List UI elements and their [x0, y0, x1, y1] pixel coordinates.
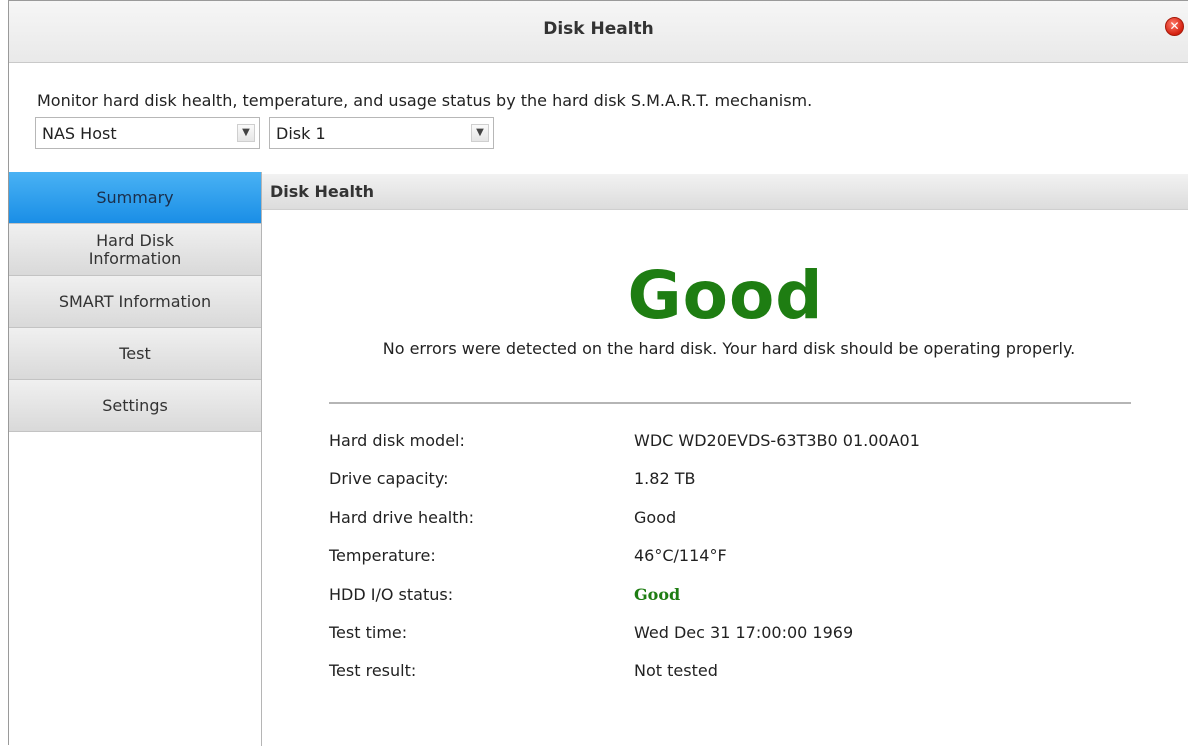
- info-value: Wed Dec 31 17:00:00 1969: [634, 623, 854, 642]
- info-label: Test result:: [329, 661, 417, 680]
- sidebar-item-test[interactable]: Test: [9, 328, 261, 380]
- health-status: Good: [627, 257, 824, 334]
- page-description: Monitor hard disk health, temperature, a…: [37, 91, 813, 110]
- divider: [329, 402, 1131, 404]
- host-select-value: NAS Host: [42, 124, 117, 143]
- disk-select-value: Disk 1: [276, 124, 326, 143]
- close-icon[interactable]: ✕: [1165, 17, 1184, 36]
- info-value: WDC WD20EVDS-63T3B0 01.00A01: [634, 431, 920, 450]
- info-label: Hard disk model:: [329, 431, 465, 450]
- info-value: 1.82 TB: [634, 469, 696, 488]
- info-row-capacity: Drive capacity: 1.82 TB: [329, 469, 1129, 493]
- info-value: Good: [634, 508, 677, 527]
- info-row-io-status: HDD I/O status: Good: [329, 585, 1129, 609]
- sidebar-item-settings[interactable]: Settings: [9, 380, 261, 432]
- sidebar-item-hard-disk-information[interactable]: Hard Disk Information: [9, 224, 261, 276]
- info-value: Not tested: [634, 661, 718, 680]
- title-bar: Disk Health ✕: [9, 1, 1188, 63]
- content-header-title: Disk Health: [270, 182, 375, 201]
- health-message: No errors were detected on the hard disk…: [382, 339, 1076, 358]
- info-value: Good: [634, 585, 681, 604]
- chevron-down-icon[interactable]: ▼: [237, 124, 255, 142]
- info-row-test-time: Test time: Wed Dec 31 17:00:00 1969: [329, 623, 1129, 647]
- disk-health-window: Disk Health ✕ Monitor hard disk health, …: [8, 0, 1188, 746]
- sidebar-item-summary[interactable]: Summary: [9, 172, 261, 224]
- sidebar-item-smart-information[interactable]: SMART Information: [9, 276, 261, 328]
- info-label: Test time:: [329, 623, 408, 642]
- info-row-test-result: Test result: Not tested: [329, 661, 1129, 685]
- info-row-model: Hard disk model: WDC WD20EVDS-63T3B0 01.…: [329, 431, 1129, 455]
- info-label: Drive capacity:: [329, 469, 449, 488]
- info-value: 46°C/114°F: [634, 546, 727, 565]
- disk-select[interactable]: Disk 1 ▼: [269, 117, 494, 149]
- info-row-temperature: Temperature: 46°C/114°F: [329, 546, 1129, 570]
- host-select[interactable]: NAS Host ▼: [35, 117, 260, 149]
- content-header: Disk Health: [262, 174, 1188, 210]
- info-label: Hard drive health:: [329, 508, 474, 527]
- info-label: HDD I/O status:: [329, 585, 454, 604]
- sidebar: Summary Hard Disk Information SMART Info…: [9, 172, 262, 746]
- chevron-down-icon[interactable]: ▼: [471, 124, 489, 142]
- info-row-health: Hard drive health: Good: [329, 508, 1129, 532]
- window-title: Disk Health: [543, 19, 654, 39]
- info-label: Temperature:: [329, 546, 436, 565]
